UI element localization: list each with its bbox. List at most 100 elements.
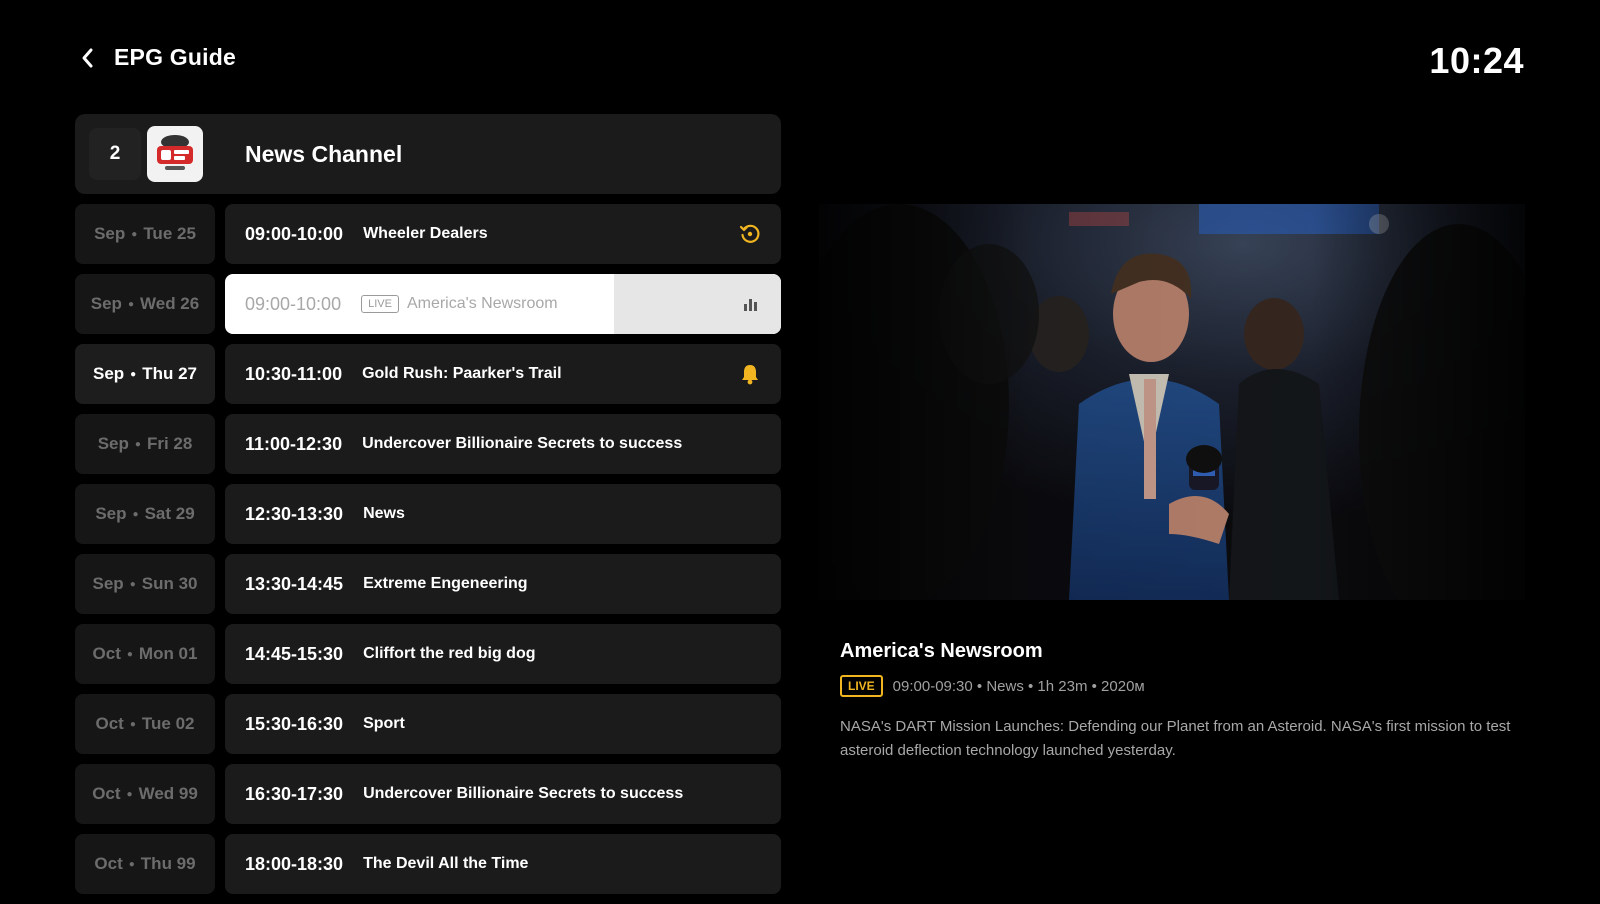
replay-icon[interactable] (739, 223, 761, 245)
program-item[interactable]: 09:00-10:00 LIVE America's Newsroom (225, 274, 781, 334)
date-month: Sep (95, 504, 127, 523)
date-day: Tue 02 (141, 714, 195, 733)
program-title: Undercover Billionaire Secrets to succes… (363, 785, 684, 802)
schedule-row: Oct ● Tue 02 15:30-16:30 Sport (75, 694, 781, 754)
program-title: Sport (363, 715, 405, 732)
date-month: Sep (90, 294, 122, 313)
program-details: America's Newsroom LIVE 09:00-09:30 • Ne… (840, 640, 1520, 763)
date-cell[interactable]: Sep ● Thu 27 (75, 344, 215, 404)
date-day: Wed 26 (140, 294, 200, 313)
schedule-row: Oct ● Mon 01 14:45-15:30 Cliffort the red bi… (75, 624, 781, 684)
program-item[interactable]: 13:30-14:45 Extreme Engeneering (225, 554, 781, 614)
date-cell[interactable]: Oct ● Wed 99 (75, 764, 215, 824)
page-title: EPG Guide (114, 44, 236, 70)
date-day: Thu 27 (142, 364, 198, 383)
date-month: Oct (95, 714, 124, 733)
program-time: 09:00-10:00 (245, 223, 344, 244)
date-day: Sun 30 (141, 574, 198, 593)
chevron-left-icon[interactable] (80, 45, 100, 71)
program-time: 18:00-18:30 (245, 853, 344, 874)
schedule-row: Sep ● Thu 27 10:30-11:00 Gold Rush: Paarker'… (75, 344, 781, 404)
program-item[interactable]: 12:30-13:30 News (225, 484, 781, 544)
date-separator: ● (132, 508, 139, 520)
program-time: 14:45-15:30 (245, 643, 344, 664)
date-month: Sep (92, 364, 125, 383)
date-separator: ● (131, 228, 138, 240)
program-time: 09:00-10:00 (245, 293, 342, 314)
program-title: News (363, 505, 405, 522)
program-time: 16:30-17:30 (245, 783, 344, 804)
program-meta: LIVE 09:00-09:30 • News • 1h 23m • 2020м (840, 675, 1520, 697)
channel-number: 2 (89, 128, 141, 180)
program-item[interactable]: 11:00-12:30 Undercover Billionaire Secret… (225, 414, 781, 474)
program-item[interactable]: 15:30-16:30 Sport (225, 694, 781, 754)
channel-name: News Channel (245, 140, 403, 167)
schedule-row: Sep ● Sat 29 12:30-13:30 News (75, 484, 781, 544)
program-title: Undercover Billionaire Secrets to succes… (362, 435, 683, 452)
date-separator: ● (128, 858, 135, 870)
date-cell[interactable]: Oct ● Tue 02 (75, 694, 215, 754)
program-description: NASA's DART Mission Launches: Defending … (840, 718, 1511, 759)
bell-icon[interactable] (739, 363, 761, 385)
date-month: Sep (94, 224, 126, 243)
equalizer-icon[interactable] (739, 293, 761, 315)
date-cell[interactable]: Oct ● Mon 01 (75, 624, 215, 684)
date-cell[interactable]: Sep ● Sun 30 (75, 554, 215, 614)
date-separator: ● (127, 298, 134, 310)
header: EPG Guide (80, 44, 236, 71)
schedule-row: Oct ● Wed 99 16:30-17:30 Undercover Billiona… (75, 764, 781, 824)
date-separator: ● (129, 718, 136, 730)
preview-image (819, 204, 1525, 600)
date-separator: ● (130, 368, 137, 380)
schedule-row: Sep ● Tue 25 09:00-10:00 Wheeler Dealers (75, 204, 781, 264)
date-day: Mon 01 (138, 644, 198, 663)
live-badge: LIVE (361, 295, 399, 313)
program-title: The Devil All the Time (363, 855, 529, 872)
date-day: Sat 29 (144, 504, 195, 523)
date-day: Wed 99 (138, 784, 198, 803)
date-separator: ● (126, 648, 133, 660)
date-month: Oct (92, 644, 121, 663)
date-cell[interactable]: Sep ● Tue 25 (75, 204, 215, 264)
date-cell[interactable]: Sep ● Fri 28 (75, 414, 215, 474)
program-time: 12:30-13:30 (245, 503, 344, 524)
program-item[interactable]: 18:00-18:30 The Devil All the Time (225, 834, 781, 894)
program-meta-text: 09:00-09:30 • News • 1h 23m • 2020м (892, 677, 1145, 695)
program-time: 15:30-16:30 (245, 713, 344, 734)
program-title: America's Newsroom (840, 640, 1043, 662)
schedule-row: Sep ● Fri 28 11:00-12:30 Undercover Billiona… (75, 414, 781, 474)
date-month: Oct (94, 854, 123, 873)
program-title: Gold Rush: Paarker's Trail (362, 365, 562, 382)
date-separator: ● (126, 788, 133, 800)
clock: 10:24 (1429, 40, 1524, 81)
program-item[interactable]: 10:30-11:00 Gold Rush: Paarker's Trail (225, 344, 781, 404)
program-item[interactable]: 16:30-17:30 Undercover Billionaire Secret… (225, 764, 781, 824)
date-day: Fri 28 (146, 434, 193, 453)
date-cell[interactable]: Sep ● Wed 26 (75, 274, 215, 334)
program-title: Wheeler Dealers (363, 225, 488, 242)
date-day: Thu 99 (140, 854, 196, 873)
date-separator: ● (129, 578, 136, 590)
schedule-row: Sep ● Wed 26 09:00-10:00 LIVE America's Newsr… (75, 274, 781, 334)
date-separator: ● (134, 438, 141, 450)
program-item[interactable]: 09:00-10:00 Wheeler Dealers (225, 204, 781, 264)
date-cell[interactable]: Sep ● Sat 29 (75, 484, 215, 544)
date-cell[interactable]: Oct ● Thu 99 (75, 834, 215, 894)
program-title: Cliffort the red big dog (363, 645, 536, 662)
date-month: Sep (97, 434, 129, 453)
news-channel-logo-icon (147, 126, 203, 182)
schedule-row: Sep ● Sun 30 13:30-14:45 Extreme Engeneering (75, 554, 781, 614)
live-badge: LIVE (840, 675, 883, 697)
schedule-list: Sep ● Tue 25 09:00-10:00 Wheeler Dealers Sep ●… (75, 204, 781, 904)
schedule-row: Oct ● Thu 99 18:00-18:30 The Devil All the T… (75, 834, 781, 894)
date-month: Sep (92, 574, 124, 593)
program-title: America's Newsroom (406, 295, 558, 312)
program-time: 13:30-14:45 (245, 573, 344, 594)
channel-card[interactable]: 2 News Channel (75, 114, 781, 194)
date-month: Oct (92, 784, 121, 803)
date-day: Tue 25 (143, 224, 196, 243)
program-time: 10:30-11:00 (245, 363, 343, 384)
program-title: Extreme Engeneering (363, 575, 528, 592)
program-item[interactable]: 14:45-15:30 Cliffort the red big dog (225, 624, 781, 684)
program-time: 11:00-12:30 (245, 433, 343, 454)
